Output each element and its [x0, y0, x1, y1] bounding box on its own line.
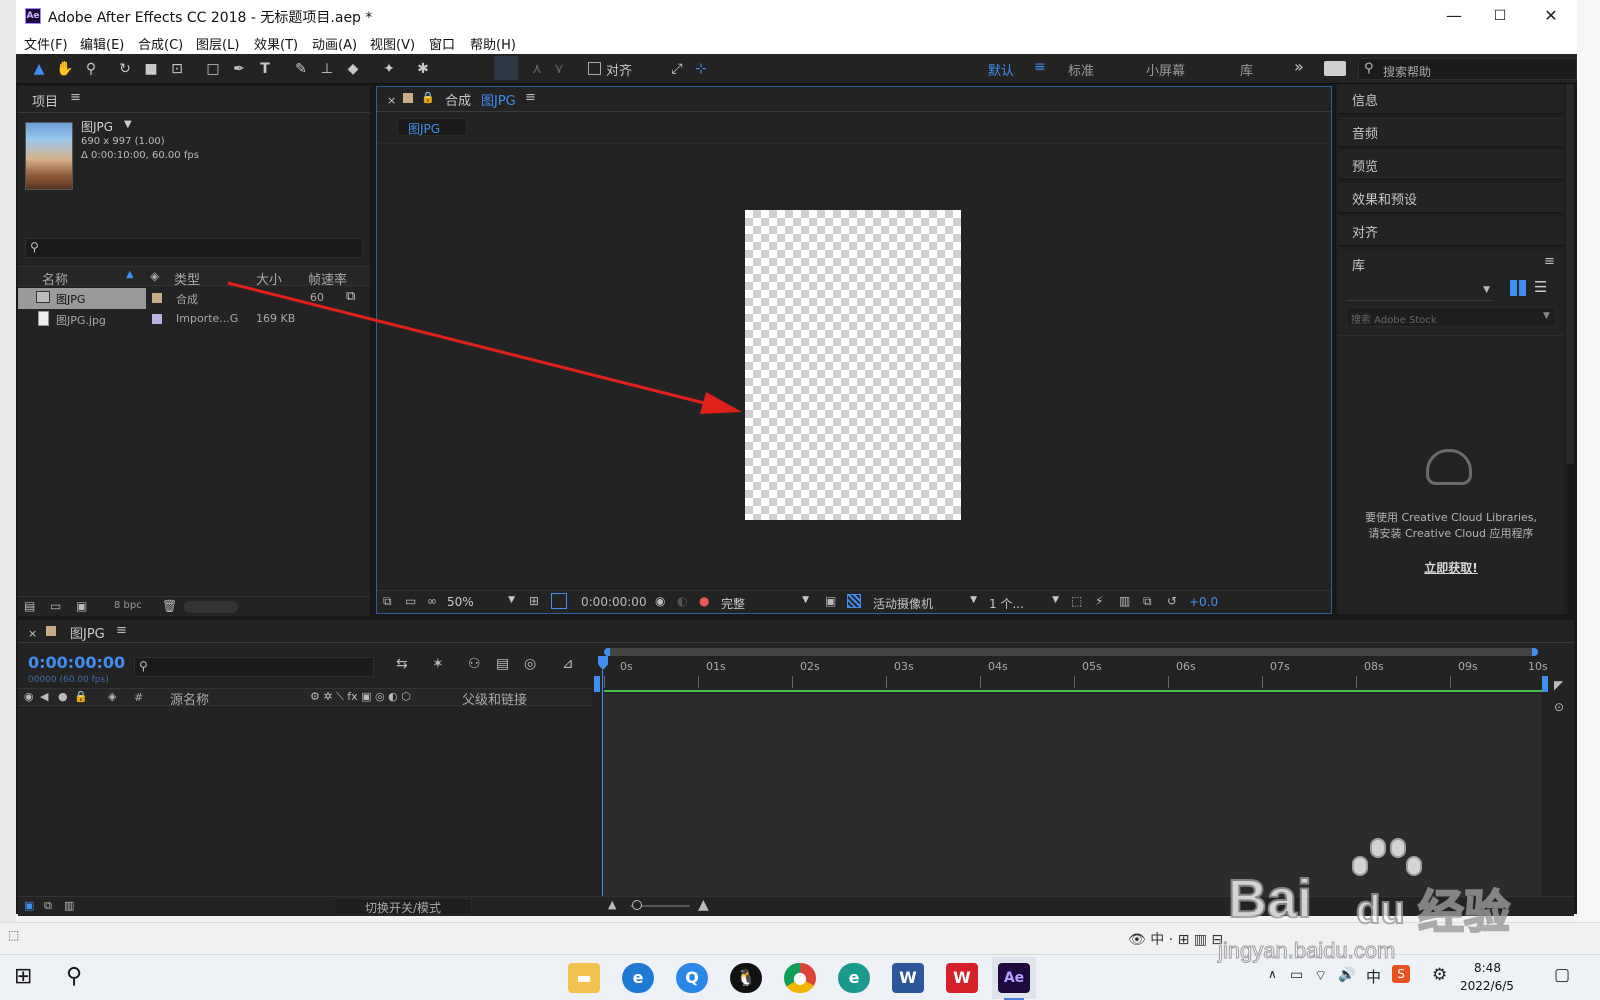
ie-browser-icon[interactable]: e	[622, 963, 654, 993]
word-icon[interactable]: W	[892, 963, 924, 993]
baidu-jingyan-watermark: Bai du 经验 jingyan.baidu.com	[1217, 838, 1528, 988]
windows-start-icon[interactable]: ⊞	[14, 964, 32, 989]
background-status-icons: 👁 中 · ⊞ ▥ ⊟	[1128, 932, 1224, 948]
watermark-bai: Bai	[1227, 868, 1313, 930]
after-effects-icon[interactable]: Ae	[998, 963, 1030, 993]
baidu-paw-logo	[1352, 838, 1422, 892]
watermark-du: du	[1355, 887, 1406, 933]
qq-icon[interactable]: 🐧	[730, 963, 762, 993]
wps-icon[interactable]: W	[946, 963, 978, 993]
chrome-icon[interactable]: ●	[784, 963, 816, 993]
search-icon[interactable]: ⚲	[66, 964, 82, 989]
watermark-jingyan: 经验	[1417, 884, 1511, 940]
background-app-icon: ⬚	[8, 928, 20, 942]
file-explorer-icon[interactable]: ▬	[568, 963, 600, 993]
edge-icon[interactable]: e	[838, 963, 870, 993]
notification-center-icon[interactable]: ▢	[1554, 965, 1570, 985]
watermark-url: jingyan.baidu.com	[1217, 938, 1396, 964]
browser-q-icon[interactable]: Q	[676, 963, 708, 993]
